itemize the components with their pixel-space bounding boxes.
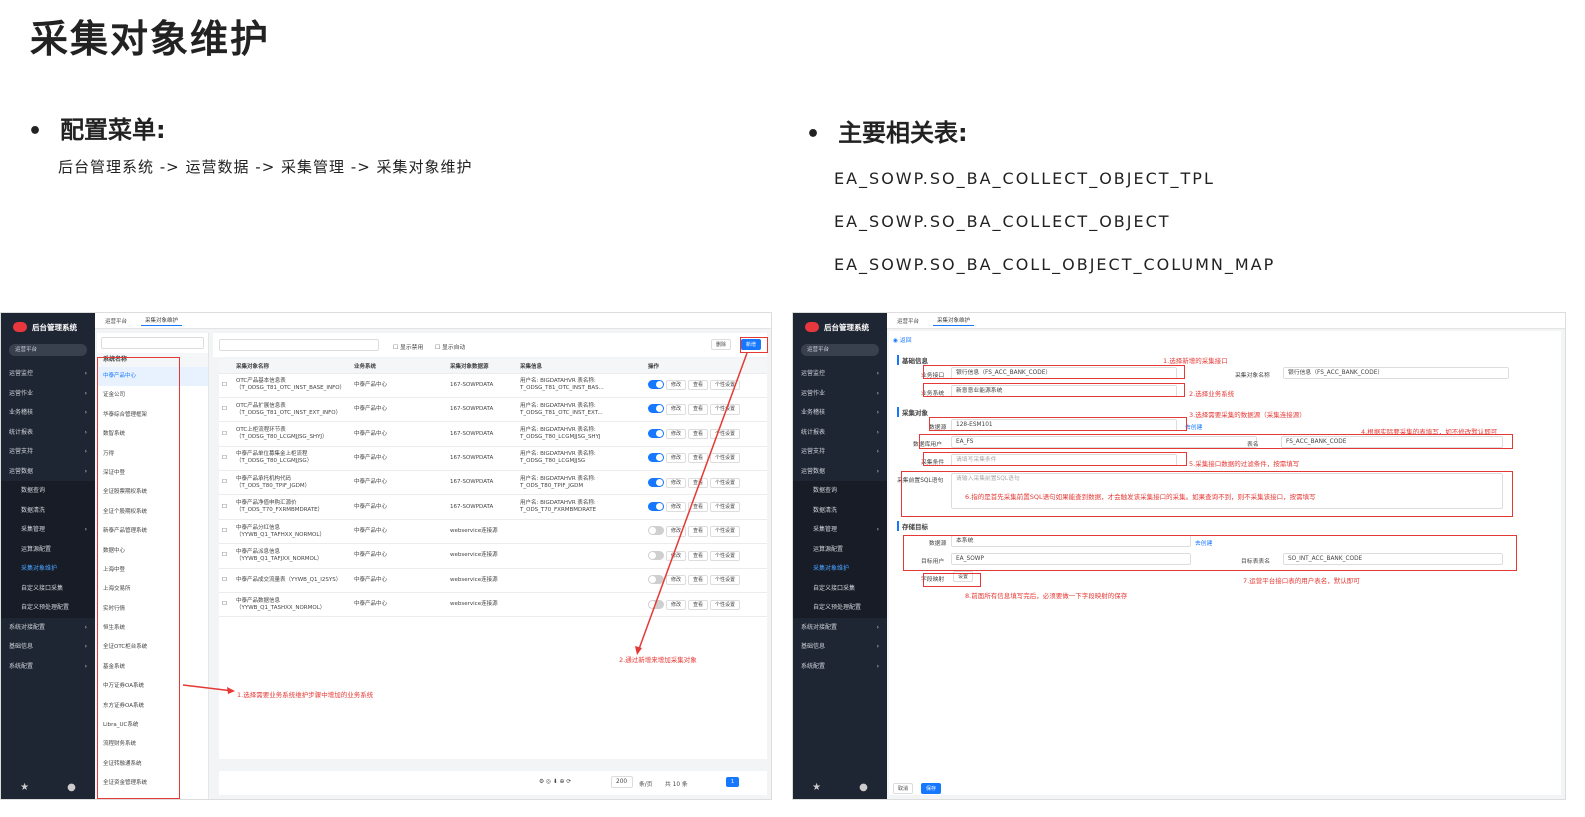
chevron-icon: › [876, 643, 879, 650]
sidebar-item[interactable]: 采集管理 › [793, 520, 887, 540]
sidebar-item-label: 数据查询 [813, 487, 838, 494]
chevron-icon: › [876, 428, 879, 436]
annot-box [929, 417, 1187, 431]
sidebar-item[interactable]: 运营支持 › [793, 442, 887, 462]
chevron-icon: › [876, 526, 879, 533]
tab-bar: 运营平台 采集对象维护 [887, 313, 1565, 329]
sidebar-item-label: 运营数据 [801, 467, 826, 475]
sidebar-item-label: 运营支持 [801, 448, 826, 455]
chevron-icon: › [876, 409, 879, 416]
annot-box [923, 365, 1185, 379]
create-source-link[interactable]: 去创建 [1185, 422, 1202, 431]
sidebar-item[interactable]: 运营监控 › [793, 364, 887, 384]
tab-collect-object[interactable]: 采集对象维护 [933, 315, 975, 326]
app-logo: 后台管理系统 [793, 313, 887, 341]
sidebar-item-label: 系统配置 [801, 662, 826, 670]
related-tables-heading-text: 主要相关表: [838, 119, 968, 147]
section-basic: 基础信息 [897, 355, 928, 365]
config-menu-path: 后台管理系统 -> 运营数据 -> 采集管理 -> 采集对象维护 [58, 158, 473, 176]
table-name: EA_SOWP.SO_BA_COLL_OBJECT_COLUMN_MAP [834, 255, 1276, 274]
annot-box [923, 573, 981, 587]
left-screenshot: 后台管理系统 运营平台 运营监控 › 运营作业 › 业务稽核 › 统计报表 › 运营支持 › 运营数据 ›… [0, 312, 772, 800]
section-collect: 采集对象 [897, 407, 928, 417]
annot-text-2: 2.通过新增来增加采集对象 [619, 656, 697, 664]
chevron-icon: › [876, 467, 879, 475]
sidebar-item[interactable]: 统计报表 › [793, 423, 887, 443]
sidebar-item[interactable]: 业务稽核 › [793, 403, 887, 423]
sidebar-item-label: 运算源配置 [813, 545, 844, 553]
sidebar-item[interactable]: 运营作业 › [793, 384, 887, 404]
sidebar-item-label: 采集对象维护 [813, 565, 850, 572]
annot-text-1: 1.选择需要业务系统维护步骤中增加的业务系统 [237, 691, 374, 699]
sidebar-item-label: 自定义预处理配置 [813, 604, 862, 611]
logo-icon [805, 322, 819, 332]
back-link[interactable]: ◉ 返回 [893, 335, 912, 344]
back-label: 返回 [899, 338, 912, 344]
sidebar-item[interactable]: 数据清洗 [793, 500, 887, 520]
sidebar-item-label: 运营监控 [801, 370, 826, 377]
sidebar-item[interactable]: 系统配置 › [793, 657, 887, 677]
annot-box [903, 535, 1517, 571]
sidebar-item-label: 业务稽核 [801, 409, 826, 416]
sidebar-item[interactable]: 数据查询 [793, 481, 887, 501]
sidebar-footer: ★ ● [793, 775, 887, 799]
config-menu-heading: • 配置菜单: [28, 116, 166, 144]
sidebar-item-label: 系统对接配置 [801, 623, 838, 631]
annot-text-5: 5.采集接口数据的过滤条件，按需填写 [1189, 460, 1300, 468]
objname-label: 采集对象名称 [1235, 373, 1270, 379]
user-icon[interactable]: ● [859, 782, 868, 793]
platform-selector[interactable]: 运营平台 [801, 344, 879, 356]
sidebar-item-label: 数据清洗 [813, 506, 838, 514]
sidebar-item[interactable]: 自定义预处理配置 [793, 598, 887, 618]
annot-box [923, 452, 1187, 466]
chevron-icon: › [876, 662, 879, 670]
section-store: 存储目标 [897, 521, 928, 531]
sidebar-item-label: 基础信息 [801, 643, 826, 650]
chevron-icon: › [876, 623, 879, 631]
sidebar-item-label: 自定义接口采集 [813, 584, 856, 592]
tab-platform[interactable]: 运营平台 [893, 316, 923, 326]
annot-text-2: 2.选择业务系统 [1189, 390, 1235, 398]
annot-text-7: 7.运营平台接口表的用户表名，默认即可 [1243, 577, 1360, 585]
cancel-button[interactable]: 取消 [893, 783, 914, 794]
star-icon[interactable]: ★ [812, 782, 821, 793]
related-tables-heading: • 主要相关表: [806, 119, 968, 147]
chevron-icon: › [876, 389, 879, 397]
annot-text-6: 6.指的是首先采集前置SQL语句如果能查到数据，才会触发该采集接口的采集。如果查… [965, 493, 1316, 501]
annot-arrows [182, 352, 748, 694]
annot-text-4: 4.根据实际要采集的表填写，如不修改默认即可 [1361, 428, 1498, 436]
chevron-icon: › [876, 370, 879, 377]
sidebar-item[interactable]: 系统对接配置 › [793, 618, 887, 638]
sidebar-item[interactable]: 自定义接口采集 [793, 578, 887, 598]
save-button[interactable]: 保存 [921, 783, 942, 794]
annot-text-8: 8.前面所有信息填写完后，必须要做一下字段映射的保存 [965, 592, 1128, 600]
sidebar-item-label: 运营作业 [801, 389, 826, 397]
right-screenshot: 后台管理系统 运营平台 运营监控 › 运营作业 › 业务稽核 › 统计报表 › 运营支持 › 运营数据 ›… [792, 312, 1566, 800]
config-menu-heading-text: 配置菜单: [60, 116, 166, 144]
annot-box [923, 383, 1185, 397]
objname-input[interactable]: 银行信息（FS_ACC_BANK_CODE） [1283, 367, 1509, 379]
page-title: 采集对象维护 [30, 17, 271, 61]
app-title: 后台管理系统 [824, 322, 869, 332]
chevron-icon: › [876, 448, 879, 455]
table-name: EA_SOWP.SO_BA_COLLECT_OBJECT_TPL [834, 169, 1215, 188]
sidebar-item[interactable]: 运营数据 › [793, 462, 887, 482]
annot-text-1: 1.选择新增的采集接口 [1163, 357, 1228, 365]
sidebar-item-label: 采集管理 [813, 526, 838, 533]
annot-text-3: 3.选择需要采集的数据源（采集连接源） [1189, 411, 1306, 419]
sidebar: 后台管理系统运营平台运营监控 › 运营作业 › 业务稽核 › 统计报表 › 运营支持 › 运营数据 ›… [793, 313, 887, 799]
sidebar-item[interactable]: 运算源配置 [793, 539, 887, 559]
sidebar-item-label: 统计报表 [801, 428, 826, 436]
annot-box [919, 434, 1513, 449]
table-name: EA_SOWP.SO_BA_COLLECT_OBJECT [834, 212, 1171, 231]
sidebar-item[interactable]: 基础信息 › [793, 637, 887, 657]
sidebar-item[interactable]: 采集对象维护 [793, 559, 887, 579]
